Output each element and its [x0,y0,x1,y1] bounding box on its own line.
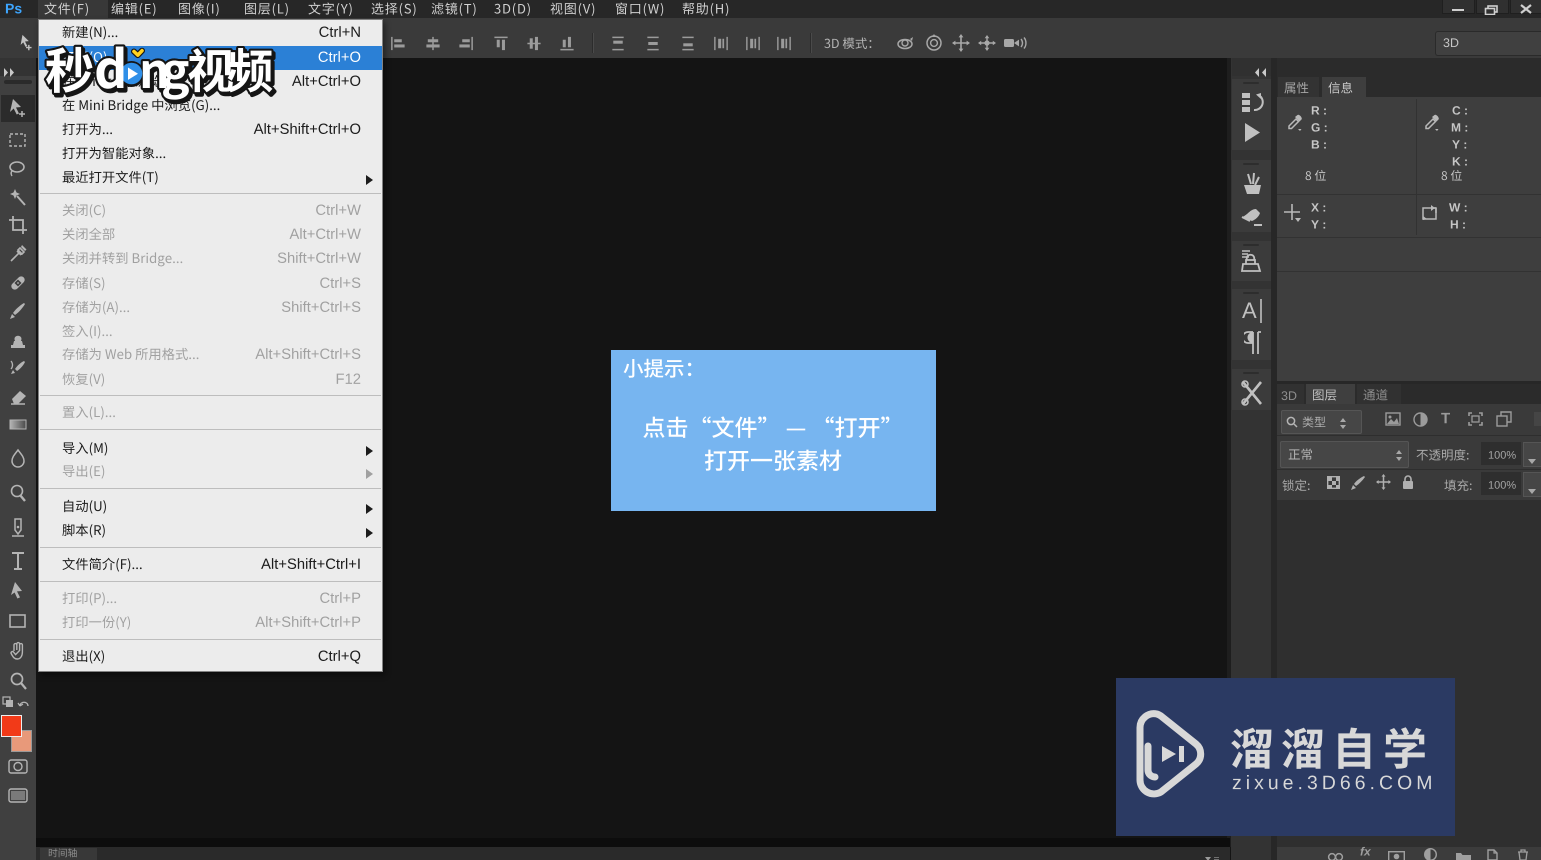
svg-text:A: A [1242,298,1257,323]
